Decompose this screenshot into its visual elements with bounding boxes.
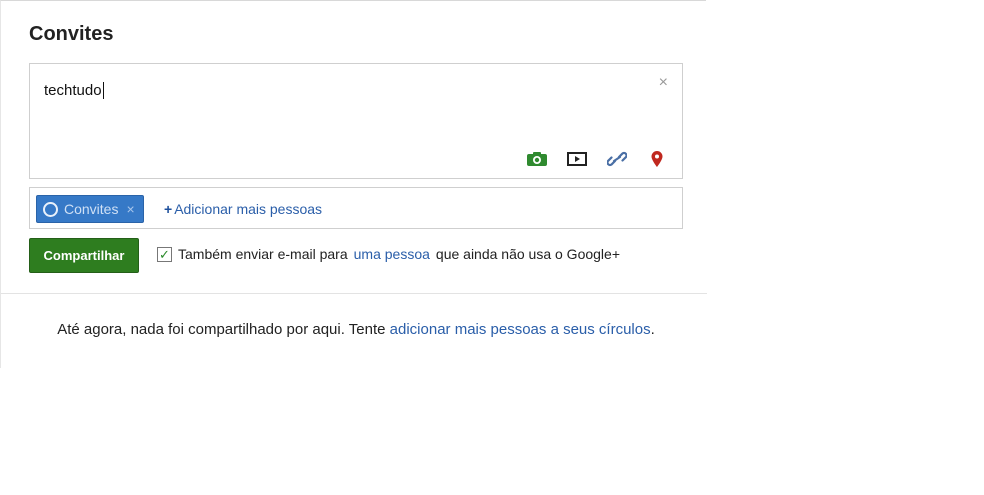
divider — [1, 293, 707, 294]
location-pin-icon[interactable] — [646, 150, 668, 168]
email-recipient-link[interactable]: uma pessoa — [354, 246, 430, 262]
empty-state-message: Até agora, nada foi compartilhado por aq… — [31, 319, 681, 340]
composer-text[interactable]: techtudo — [44, 82, 104, 99]
add-more-people-label: Adicionar mais pessoas — [174, 201, 323, 217]
remove-chip-icon[interactable]: × — [126, 201, 134, 217]
plus-icon: + — [164, 201, 173, 217]
attachment-toolbar — [526, 150, 668, 168]
add-more-people-link[interactable]: + Adicionar mais pessoas — [164, 201, 322, 217]
circle-icon — [43, 201, 58, 217]
post-composer[interactable]: techtudo × — [29, 63, 683, 179]
link-icon[interactable] — [606, 150, 628, 168]
section-title: Convites — [29, 23, 114, 45]
email-text-after: que ainda não usa o Google+ — [435, 246, 621, 262]
add-people-to-circles-link[interactable]: adicionar mais pessoas a seus círculos — [390, 321, 651, 338]
empty-state-period: . — [650, 321, 655, 338]
close-icon[interactable]: × — [659, 74, 668, 92]
share-button[interactable]: Compartilhar — [29, 238, 139, 273]
email-option: ✓ Também enviar e-mail para uma pessoa q… — [157, 246, 620, 262]
circle-chip-label: Convites — [64, 201, 119, 217]
circle-chip[interactable]: Convites × — [36, 195, 144, 223]
share-recipients-box[interactable]: Convites × + Adicionar mais pessoas — [29, 187, 683, 229]
empty-state-text: Até agora, nada foi compartilhado por aq… — [57, 321, 386, 338]
video-icon[interactable] — [566, 150, 588, 168]
invites-panel: Convites techtudo × Convites × + Adicion… — [0, 0, 707, 368]
email-checkbox[interactable]: ✓ — [157, 246, 172, 262]
camera-icon[interactable] — [526, 150, 548, 168]
email-text-before: Também enviar e-mail para — [178, 246, 348, 262]
